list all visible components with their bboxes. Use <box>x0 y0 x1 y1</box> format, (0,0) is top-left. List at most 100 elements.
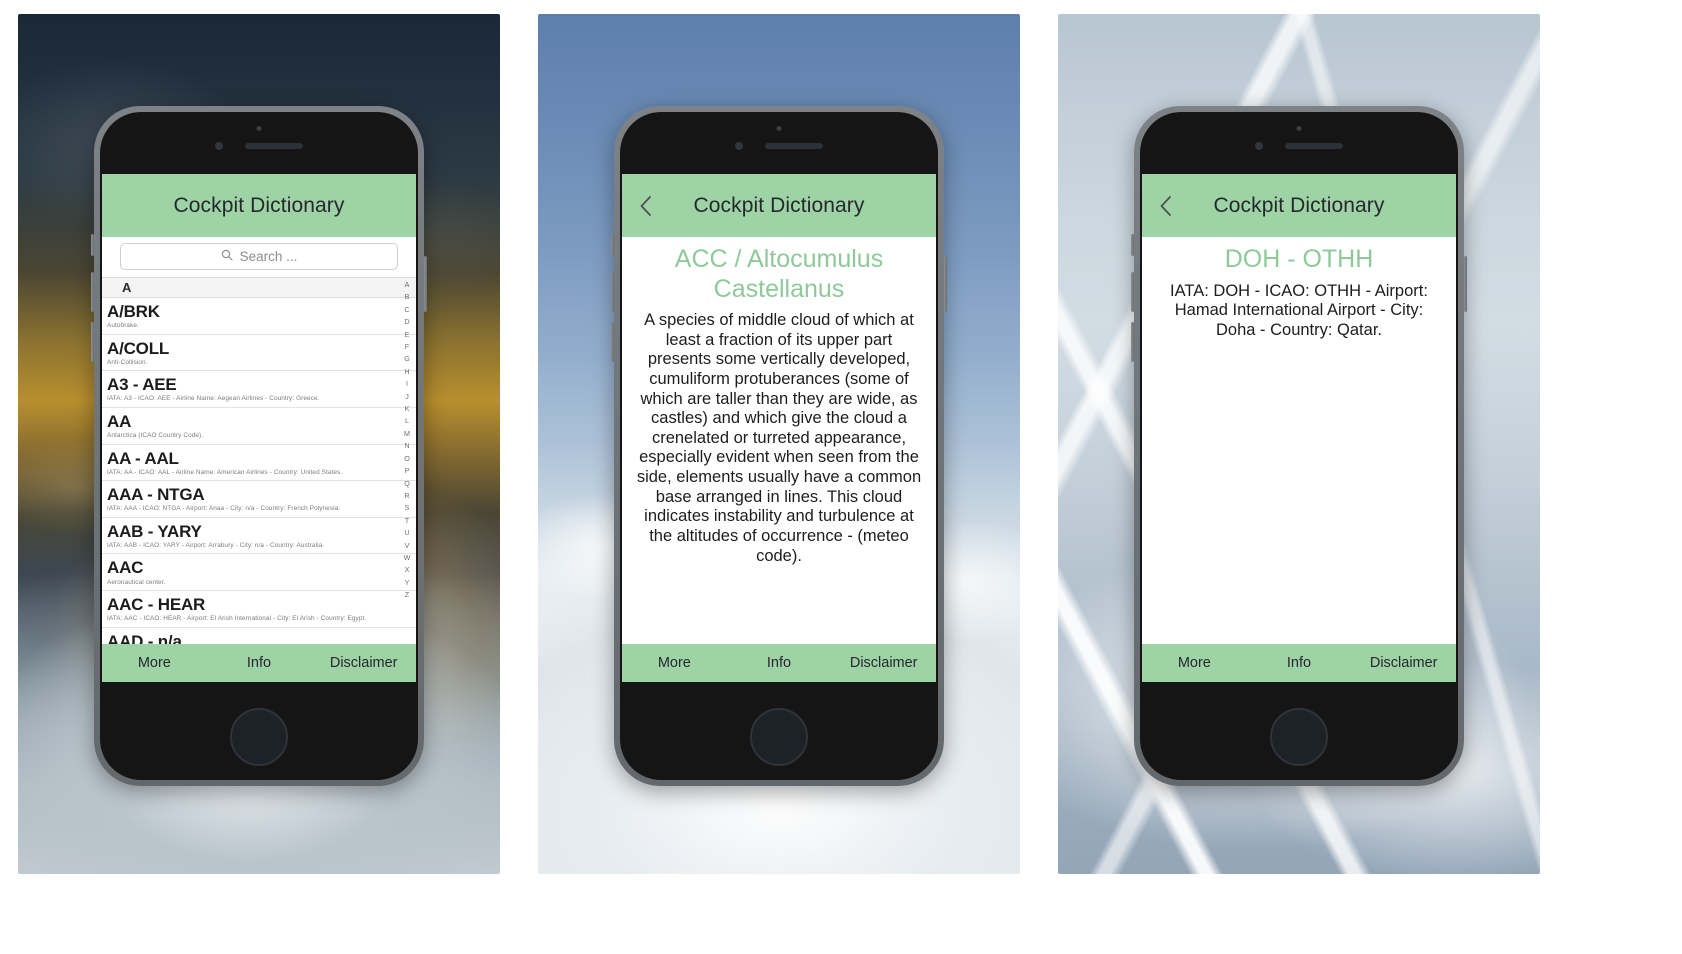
detail-body: IATA: DOH - ICAO: OTHH - Airport: Hamad … <box>1170 281 1428 339</box>
index-letter[interactable]: U <box>404 527 409 539</box>
list-item-title: AAA - NTGA <box>107 485 205 505</box>
index-letter[interactable]: T <box>405 515 409 527</box>
index-letter[interactable]: R <box>404 490 409 502</box>
tab-more[interactable]: More <box>622 655 727 671</box>
tab-disclaimer[interactable]: Disclaimer <box>311 655 416 671</box>
back-button[interactable] <box>634 191 656 221</box>
list-item-title: AAB - YARY <box>107 521 202 541</box>
phone-volume-down-button <box>91 322 94 362</box>
index-letter[interactable]: G <box>404 353 410 365</box>
index-letter[interactable]: S <box>405 502 410 514</box>
app-screen-airport-detail: Cockpit Dictionary DOH - OTHH IATA: DOH … <box>1142 174 1456 682</box>
back-button[interactable] <box>1154 191 1176 221</box>
earpiece-speaker-icon <box>1285 143 1343 149</box>
front-camera-icon <box>215 142 223 150</box>
home-button[interactable] <box>1270 708 1328 766</box>
home-button[interactable] <box>750 708 808 766</box>
index-letter[interactable]: E <box>405 329 410 341</box>
front-sensor-icon <box>256 126 262 131</box>
list-item[interactable]: A/COLL Anti-Collision. <box>102 335 416 372</box>
list-item-title: A3 - AEE <box>107 375 177 395</box>
list-item-subtitle: IATA: AAC - ICAO: HEAR - Airport: El Ari… <box>107 615 367 623</box>
list-item-title: AAC <box>107 558 144 578</box>
phone-body-1: Cockpit Dictionary Search ... A A/BRK Au… <box>100 112 418 780</box>
index-letter[interactable]: I <box>406 378 408 390</box>
list-item[interactable]: AAC - HEAR IATA: AAC - ICAO: HEAR - Airp… <box>102 591 416 628</box>
detail-title: DOH - OTHH <box>1224 245 1374 273</box>
home-button[interactable] <box>230 708 288 766</box>
detail-body: A species of middle cloud of which at le… <box>636 311 922 565</box>
chevron-left-icon <box>1160 195 1171 216</box>
phone-volume-down-button <box>611 322 614 362</box>
screenshot-gallery: Cockpit Dictionary Search ... A A/BRK Au… <box>0 0 1682 954</box>
phone-mute-switch <box>611 234 614 256</box>
index-letter[interactable]: N <box>404 440 409 452</box>
list-item-title: AA <box>107 411 132 431</box>
index-letter[interactable]: B <box>405 291 410 303</box>
tab-more[interactable]: More <box>102 655 207 671</box>
index-letter[interactable]: F <box>405 341 409 353</box>
app-screen-cloud-detail: Cockpit Dictionary ACC / Altocumulus Cas… <box>622 174 936 682</box>
list-item[interactable]: AAC Aeronautical center. <box>102 554 416 592</box>
list-item-title: AAC - HEAR <box>107 595 206 615</box>
phone-speaker-row <box>100 138 418 154</box>
index-letter[interactable]: V <box>405 540 410 552</box>
alphabet-index-bar[interactable]: A B C D E F G H I J K L M N O P Q R S T … <box>400 279 414 602</box>
index-letter[interactable]: C <box>404 304 409 316</box>
earpiece-speaker-icon <box>765 143 823 149</box>
phone-mute-switch <box>91 234 94 256</box>
index-letter[interactable]: M <box>404 428 410 440</box>
screenshot-panel-cloud-detail: Cockpit Dictionary ACC / Altocumulus Cas… <box>538 14 1020 874</box>
list-item[interactable]: AA - AAL IATA: AA - ICAO: AAL - Airline … <box>102 445 416 482</box>
list-item[interactable]: AAD - n/a IATA: AAD - ICAO: n/a - Airpor… <box>102 628 416 644</box>
index-letter[interactable]: D <box>404 316 409 328</box>
tab-more[interactable]: More <box>1142 655 1247 671</box>
list-item-subtitle: IATA: AAA - ICAO: NTGA - Airport: Anaa -… <box>107 505 341 513</box>
index-letter[interactable]: Q <box>404 478 410 490</box>
index-letter[interactable]: X <box>405 564 410 576</box>
list-item-title: AAD - n/a <box>107 631 182 644</box>
list-item[interactable]: A3 - AEE IATA: A3 - ICAO: AEE - Airline … <box>102 371 416 408</box>
page-title: Cockpit Dictionary <box>173 193 345 217</box>
list-item-subtitle: Antarctica (ICAO Country Code). <box>107 431 204 439</box>
phone-power-button <box>944 256 947 312</box>
list-item-title: A/COLL <box>107 338 170 358</box>
index-letter[interactable]: Y <box>405 577 410 589</box>
tab-disclaimer[interactable]: Disclaimer <box>831 655 936 671</box>
tab-info[interactable]: Info <box>727 655 832 671</box>
phone-volume-up-button <box>611 272 614 312</box>
index-letter[interactable]: K <box>405 403 410 415</box>
index-letter[interactable]: W <box>404 552 411 564</box>
index-letter[interactable]: H <box>404 366 409 378</box>
screenshot-panel-airport-detail: Cockpit Dictionary DOH - OTHH IATA: DOH … <box>1058 14 1540 874</box>
phone-volume-up-button <box>1131 272 1134 312</box>
list-item-subtitle: IATA: AA - ICAO: AAL - Airline Name: Ame… <box>107 468 343 476</box>
tab-info[interactable]: Info <box>1247 655 1352 671</box>
dictionary-list[interactable]: A A/BRK Autobrake. A/COLL Anti-Collision… <box>102 277 416 644</box>
earpiece-speaker-icon <box>245 143 303 149</box>
index-letter[interactable]: A <box>405 279 410 291</box>
app-screen-list: Cockpit Dictionary Search ... A A/BRK Au… <box>102 174 416 682</box>
list-item[interactable]: AAA - NTGA IATA: AAA - ICAO: NTGA - Airp… <box>102 481 416 518</box>
list-item[interactable]: A/BRK Autobrake. <box>102 298 416 335</box>
list-item-title: AA - AAL <box>107 448 179 468</box>
search-placeholder-text: Search ... <box>239 249 298 264</box>
search-icon <box>221 249 233 264</box>
index-letter[interactable]: P <box>405 465 410 477</box>
index-letter[interactable]: L <box>405 415 409 427</box>
index-letter[interactable]: J <box>405 391 409 403</box>
list-item[interactable]: AAB - YARY IATA: AAB - ICAO: YARY - Airp… <box>102 518 416 555</box>
tab-info[interactable]: Info <box>207 655 312 671</box>
detail-title: ACC / Altocumulus Castellanus <box>674 245 884 303</box>
phone-volume-up-button <box>91 272 94 312</box>
list-item-title: A/BRK <box>107 302 160 321</box>
index-letter[interactable]: O <box>404 453 410 465</box>
list-item[interactable]: AA Antarctica (ICAO Country Code). <box>102 408 416 445</box>
phone-speaker-row <box>620 138 938 154</box>
index-letter[interactable]: Z <box>405 589 409 601</box>
search-bar-container: Search ... <box>102 237 416 277</box>
search-input[interactable]: Search ... <box>120 243 398 270</box>
list-section-header: A <box>102 277 416 298</box>
phone-power-button <box>424 256 427 312</box>
tab-disclaimer[interactable]: Disclaimer <box>1351 655 1456 671</box>
